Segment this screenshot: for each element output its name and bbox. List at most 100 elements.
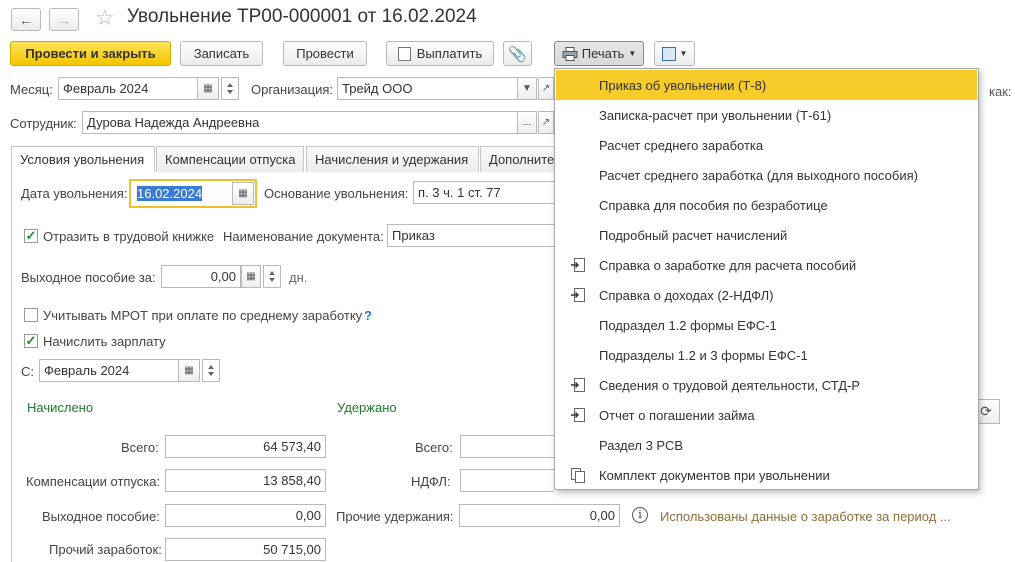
tab-accruals-deductions[interactable]: Начисления и удержания [306,146,479,172]
print-menu-item[interactable]: Подразделы 1.2 и 3 формы ЕФС-1 [556,340,977,370]
print-menu-item-label: Приказ об увольнении (Т-8) [599,78,767,93]
from-month-calendar-button[interactable]: ▦ [178,359,200,382]
print-menu-item[interactable]: Подраздел 1.2 формы ЕФС-1 [556,310,977,340]
vacation-comp-field[interactable]: 13 858,40 [165,469,326,492]
pay-label: Выплатить [416,46,483,61]
total-accrued-label: Всего: [121,440,159,455]
document-arrow-icon [570,287,586,303]
print-button[interactable]: Печать ▼ [554,41,644,66]
severance-pay-label: Выходное пособие: [42,509,160,524]
create-based-on-icon [661,46,676,61]
other-earnings-field[interactable]: 50 715,00 [165,538,326,561]
tab-vacation-compensation[interactable]: Компенсации отпуска [156,146,304,172]
print-menu-item-label: Раздел 3 РСВ [599,438,684,453]
month-label: Месяц: [10,82,53,97]
print-menu-item-label: Расчет среднего заработка (для выходного… [599,168,918,183]
earnings-data-link[interactable]: Использованы данные о заработке за перио… [660,509,951,524]
tab-additional[interactable]: Дополните [480,146,555,172]
employee-open-button[interactable]: ↗ [538,111,554,134]
calendar-button[interactable]: ▦ [197,77,219,100]
reason-field[interactable]: п. 3 ч. 1 ст. 77 [413,181,554,204]
post-and-close-button[interactable]: Провести и закрыть [10,41,171,66]
calculate-salary-checkbox[interactable]: ✓ [24,334,38,348]
print-menu-item[interactable]: Раздел 3 РСВ [556,430,977,460]
vacation-comp-label: Компенсации отпуска: [26,474,161,489]
forward-button[interactable]: → [49,8,79,31]
print-menu: Приказ об увольнении (Т-8) Записка-расчет… [554,68,979,490]
pay-button[interactable]: Выплатить [386,41,494,66]
back-button[interactable]: ← [11,8,41,31]
chevron-down-icon: ▼ [522,83,532,94]
employee-field[interactable]: Дурова Надежда Андреевна [82,111,518,134]
arrow-left-icon: ← [19,11,33,28]
chevron-down-icon: ▼ [679,49,688,58]
print-menu-item[interactable]: Сведения о трудовой деятельности, СТД-Р [556,370,977,400]
print-menu-item[interactable]: Расчет среднего заработка (для выходного… [556,160,977,190]
calendar-icon: ▦ [203,83,213,94]
reason-label: Основание увольнения: [264,186,409,201]
workbook-checkbox[interactable]: ✓ [24,229,38,243]
ndfl-label: НДФЛ: [411,474,451,489]
print-menu-item-label: Расчет среднего заработка [599,138,764,153]
print-menu-item[interactable]: Справка о заработке для расчета пособий [556,250,977,280]
organization-dropdown-button[interactable]: ▼ [517,77,537,100]
print-menu-item[interactable]: Записка-расчет при увольнении (Т-61) [556,100,977,130]
total-accrued-field[interactable]: 64 573,40 [165,435,326,458]
post-button[interactable]: Провести [283,41,367,66]
severance-label: Выходное пособие за: [21,270,156,285]
ndfl-field[interactable] [460,469,554,492]
print-menu-item[interactable]: Справка для пособия по безработице [556,190,977,220]
print-menu-item-label: Подразделы 1.2 и 3 формы ЕФС-1 [599,348,808,363]
tab-dismissal-conditions[interactable]: Условия увольнения [11,146,155,173]
mrot-label: Учитывать МРОТ при оплате по среднему за… [43,308,363,323]
workbook-label: Отразить в трудовой книжке [43,229,215,244]
mrot-checkbox[interactable] [24,308,38,322]
other-earnings-label: Прочий заработок: [49,542,162,557]
print-menu-item[interactable]: Расчет среднего заработка [556,130,977,160]
document-arrow-icon [570,407,586,423]
withheld-section-title: Удержано [337,400,397,415]
organization-label: Организация: [251,82,334,97]
calendar-icon: ▦ [184,365,194,376]
other-withheld-field[interactable]: 0,00 [459,504,620,527]
mrot-help-link[interactable]: ? [364,308,372,323]
print-label: Печать [581,46,625,61]
dismissal-date-field[interactable]: 16.02.2024 [132,182,232,205]
accrued-section-title: Начислено [27,400,94,415]
favorite-star-icon[interactable]: ☆ [95,5,115,31]
severance-pay-field[interactable]: 0,00 [165,504,326,527]
from-month-field[interactable]: Февраль 2024 [39,359,179,382]
print-menu-item-label: Записка-расчет при увольнении (Т-61) [599,108,832,123]
printer-icon [562,46,578,61]
total-withheld-label: Всего: [415,440,453,455]
attach-button[interactable]: 📎 [503,41,532,66]
print-menu-item[interactable]: Подробный расчет начислений [556,220,977,250]
chevron-down-icon: ▼ [628,49,637,58]
print-menu-item[interactable]: Приказ об увольнении (Т-8) [556,70,977,100]
print-menu-item-label: Подробный расчет начислений [599,228,788,243]
pay-icon [397,46,411,61]
other-withheld-label: Прочие удержания: [336,509,454,524]
print-menu-item[interactable]: Комплект документов при увольнении [556,460,977,490]
from-month-stepper[interactable] [202,359,220,382]
doc-name-label: Наименование документа: [223,229,384,244]
documents-set-icon [570,467,586,483]
doc-name-field[interactable]: Приказ [387,224,554,247]
dismissal-date-calendar-button[interactable]: ▦ [232,182,254,205]
organization-open-button[interactable]: ↗ [538,77,554,100]
calculator-icon: ▦ [246,271,256,282]
employee-select-button[interactable]: ... [517,111,537,134]
severance-days-field[interactable]: 0,00 [161,265,241,288]
open-link-icon: ↗ [541,83,551,94]
calculator-button[interactable]: ▦ [241,265,261,288]
severance-days-stepper[interactable] [263,265,281,288]
month-stepper[interactable] [221,77,239,100]
print-menu-item[interactable]: Справка о доходах (2-НДФЛ) [556,280,977,310]
refresh-icon: ⟳ [980,403,992,419]
write-button[interactable]: Записать [180,41,263,66]
create-based-on-button[interactable]: ▼ [654,41,695,66]
organization-field[interactable]: Трейд ООО [337,77,518,100]
total-withheld-field[interactable] [460,435,554,458]
month-field[interactable]: Февраль 2024 [58,77,198,100]
print-menu-item[interactable]: Отчет о погашении займа [556,400,977,430]
